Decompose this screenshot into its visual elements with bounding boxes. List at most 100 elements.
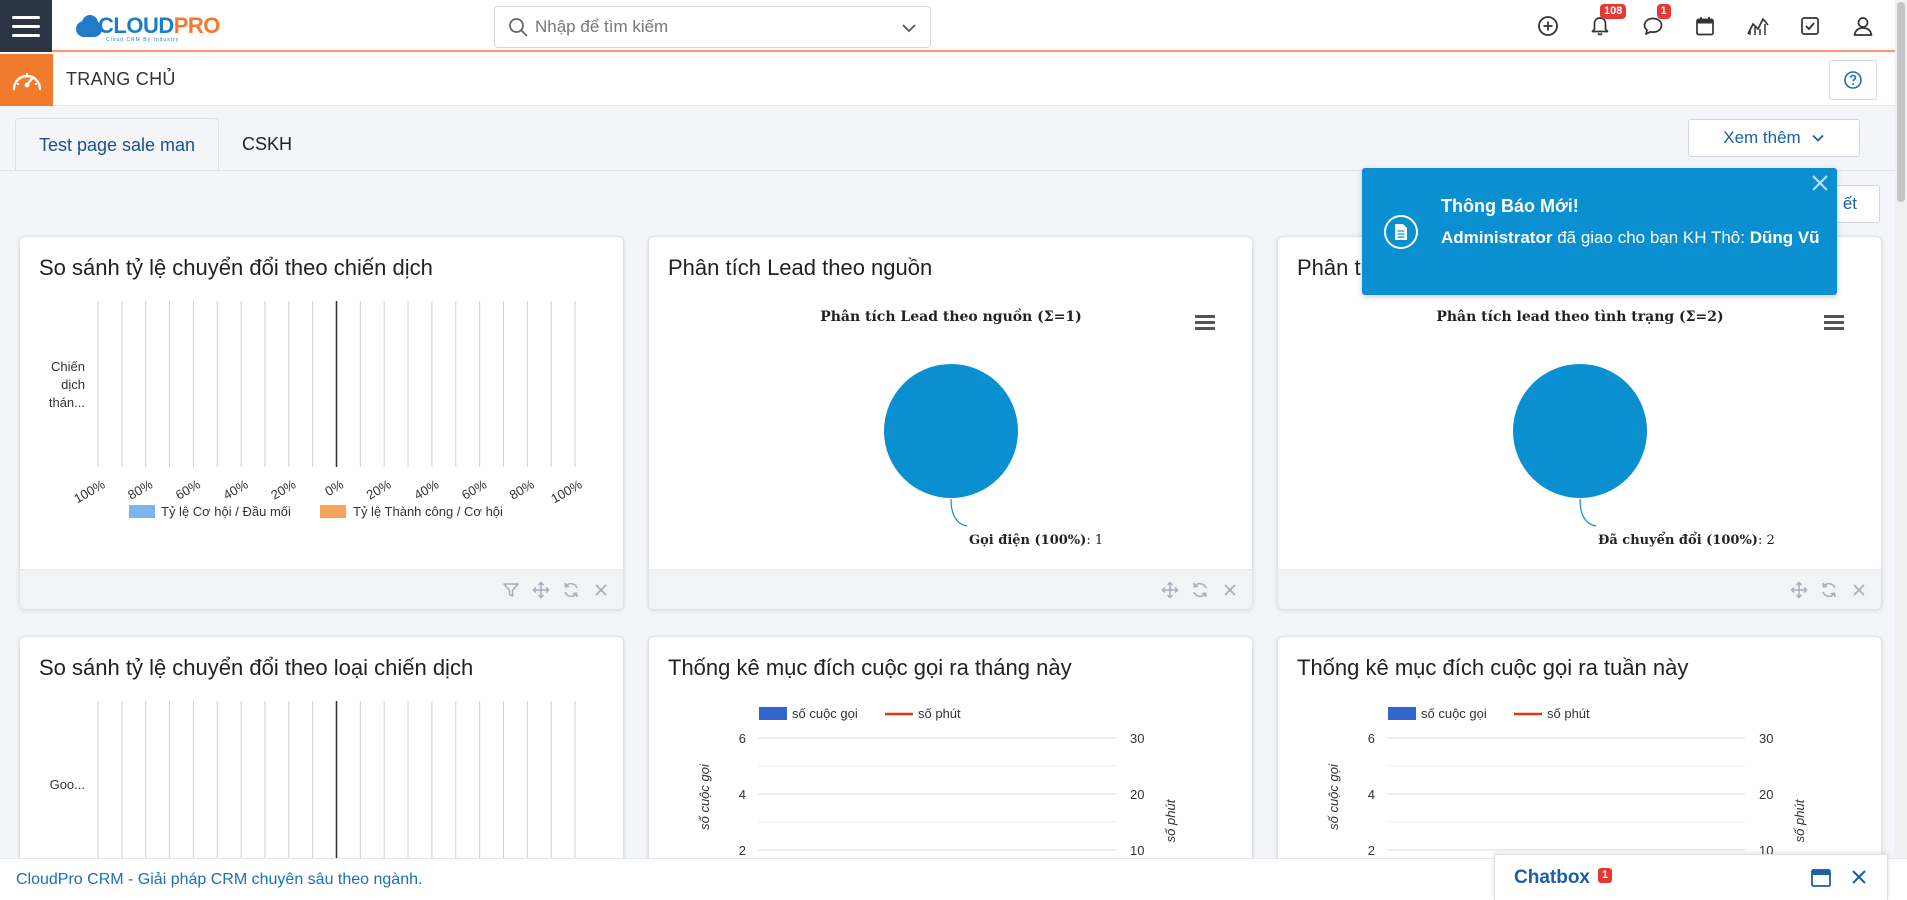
chevron-down-icon <box>1812 134 1824 142</box>
more-button[interactable]: Xem thêm <box>1688 119 1860 157</box>
y-tick-label: 2 <box>739 843 746 858</box>
legend-label: Tỷ lệ Cơ hội / Đầu mối <box>161 504 291 519</box>
notifications-button[interactable]: 108 <box>1574 0 1627 52</box>
y2-axis-label: số phút <box>1163 798 1178 842</box>
widget-footer <box>20 569 623 609</box>
legend-swatch <box>129 505 155 518</box>
user-profile-button[interactable] <box>1837 0 1890 52</box>
scrollbar-thumb[interactable] <box>1897 2 1905 202</box>
x-tick-label: 0% <box>322 476 346 499</box>
widget-lead-by-source: Phân tích Lead theo nguồn Phân tích Lead… <box>648 236 1253 610</box>
tasks-button[interactable] <box>1784 0 1837 52</box>
y2-tick-label: 20 <box>1759 787 1773 802</box>
x-tick-label: 60% <box>173 476 203 502</box>
reports-button[interactable] <box>1732 0 1785 52</box>
move-icon[interactable] <box>1789 580 1809 600</box>
refresh-icon[interactable] <box>561 580 581 600</box>
x-tick-label: 20% <box>268 476 298 502</box>
y-tick-label: 6 <box>739 731 746 746</box>
chart-menu-icon <box>1195 315 1215 330</box>
chart-title: Phân tích Lead theo nguồn (Σ=1) <box>820 308 1082 325</box>
x-tick-label: 80% <box>507 476 537 502</box>
refresh-icon[interactable] <box>1190 580 1210 600</box>
line-chart-icon <box>1746 17 1769 35</box>
menu-toggle-button[interactable] <box>0 0 52 52</box>
x-tick-label: 80% <box>125 476 155 502</box>
top-icon-bar: 108 1 <box>1522 0 1890 52</box>
messages-button[interactable]: 1 <box>1627 0 1680 52</box>
move-icon[interactable] <box>531 580 551 600</box>
search-icon <box>507 16 529 38</box>
hamburger-line <box>12 24 40 28</box>
pie-connector <box>1579 498 1597 527</box>
close-icon[interactable] <box>591 580 611 600</box>
filter-icon[interactable] <box>501 580 521 600</box>
close-icon[interactable] <box>1809 172 1831 194</box>
legend-swatch <box>759 707 787 720</box>
legend-swatch <box>320 505 346 518</box>
campaign-conversion-chart: Chiến dịch thán... 100% 80% 60% 40% 20% 0% 20%… <box>49 301 585 519</box>
logo-text: CLOUDPRO <box>98 13 220 38</box>
category-label: dịch <box>61 377 85 392</box>
y2-tick-label: 20 <box>1130 787 1144 802</box>
pie-label: Gọi điện (100%): 1 <box>969 533 1103 548</box>
maximize-icon[interactable] <box>1811 869 1831 892</box>
refresh-icon[interactable] <box>1819 580 1839 600</box>
chatbox-panel[interactable]: Chatbox 1 <box>1494 854 1888 900</box>
widget-footer <box>649 569 1252 609</box>
footer-text: CloudPro CRM - Giải pháp CRM chuyên sâu … <box>16 871 423 888</box>
category-label: Goo... <box>50 777 85 792</box>
chart-menu-icon <box>1824 315 1844 330</box>
search-input[interactable] <box>535 17 895 37</box>
home-tile[interactable] <box>0 54 53 106</box>
notification-toast[interactable]: Thông Báo Mới! Administrator đã giao cho… <box>1362 168 1837 295</box>
logo-tagline: Cloud CRM By Industry <box>106 37 180 43</box>
category-label: Chiến <box>51 359 85 374</box>
widget-footer <box>1278 569 1881 609</box>
pie-connector <box>950 498 968 527</box>
pie-slice <box>884 364 1018 498</box>
quick-create-button[interactable] <box>1522 0 1575 52</box>
widget-campaign-conversion: So sánh tỷ lệ chuyển đổi theo chiến dịch… <box>19 236 624 610</box>
lead-by-source-chart: Phân tích Lead theo nguồn (Σ=1) Gọi điện… <box>820 308 1215 548</box>
y2-tick-label: 30 <box>1759 731 1773 746</box>
chevron-down-icon[interactable] <box>900 19 918 42</box>
legend-label: số cuộc gọi <box>792 706 858 721</box>
y-axis-label: số cuộc gọi <box>1326 763 1341 830</box>
x-tick-label: 60% <box>459 476 489 502</box>
x-tick-label: 40% <box>411 476 441 502</box>
x-tick-label: 40% <box>221 476 251 502</box>
close-icon[interactable] <box>1851 869 1867 890</box>
chatbox-title[interactable]: Chatbox <box>1514 867 1590 889</box>
top-bar: CLOUDPRO Cloud CRM By Industry 108 1 <box>0 0 1907 52</box>
y-tick-label: 4 <box>1368 787 1375 802</box>
pie-slice <box>1513 364 1647 498</box>
calls-this-month-chart: số cuộc gọi số phút 6 4 2 30 20 10 số cu… <box>697 706 1178 858</box>
question-circle-icon <box>1844 71 1862 89</box>
y-tick-label: 2 <box>1368 843 1375 858</box>
legend-label: Tỷ lệ Thành công / Cơ hội <box>353 504 503 519</box>
logo[interactable]: CLOUDPRO Cloud CRM By Industry <box>74 10 220 43</box>
calendar-button[interactable] <box>1679 0 1732 52</box>
chatbox-badge: 1 <box>1598 868 1613 883</box>
tab-test-page-sale-man[interactable]: Test page sale man <box>15 118 219 171</box>
more-button-label: Xem thêm <box>1723 128 1801 147</box>
plus-circle-icon <box>1537 16 1558 36</box>
document-icon <box>1384 215 1418 249</box>
dashboard-gauge-icon <box>12 73 41 91</box>
x-tick-label: 100% <box>548 476 585 506</box>
move-icon[interactable] <box>1160 580 1180 600</box>
x-tick-label: 100% <box>71 476 108 506</box>
close-icon[interactable] <box>1849 580 1869 600</box>
close-icon[interactable] <box>1220 580 1240 600</box>
help-button[interactable] <box>1829 60 1877 100</box>
legend-label: số phút <box>918 706 961 721</box>
y2-tick-label: 10 <box>1130 843 1144 858</box>
widget-calls-this-week: Thống kê mục đích cuộc gọi ra tuần này s… <box>1277 636 1882 876</box>
notification-message: Administrator đã giao cho bạn KH Thô: Dũ… <box>1441 228 1820 247</box>
y-tick-label: 6 <box>1368 731 1375 746</box>
legend-label: số cuộc gọi <box>1421 706 1487 721</box>
vertical-scrollbar[interactable] <box>1895 0 1907 858</box>
search-box[interactable] <box>494 6 931 48</box>
tab-cskh[interactable]: CSKH <box>222 118 312 171</box>
